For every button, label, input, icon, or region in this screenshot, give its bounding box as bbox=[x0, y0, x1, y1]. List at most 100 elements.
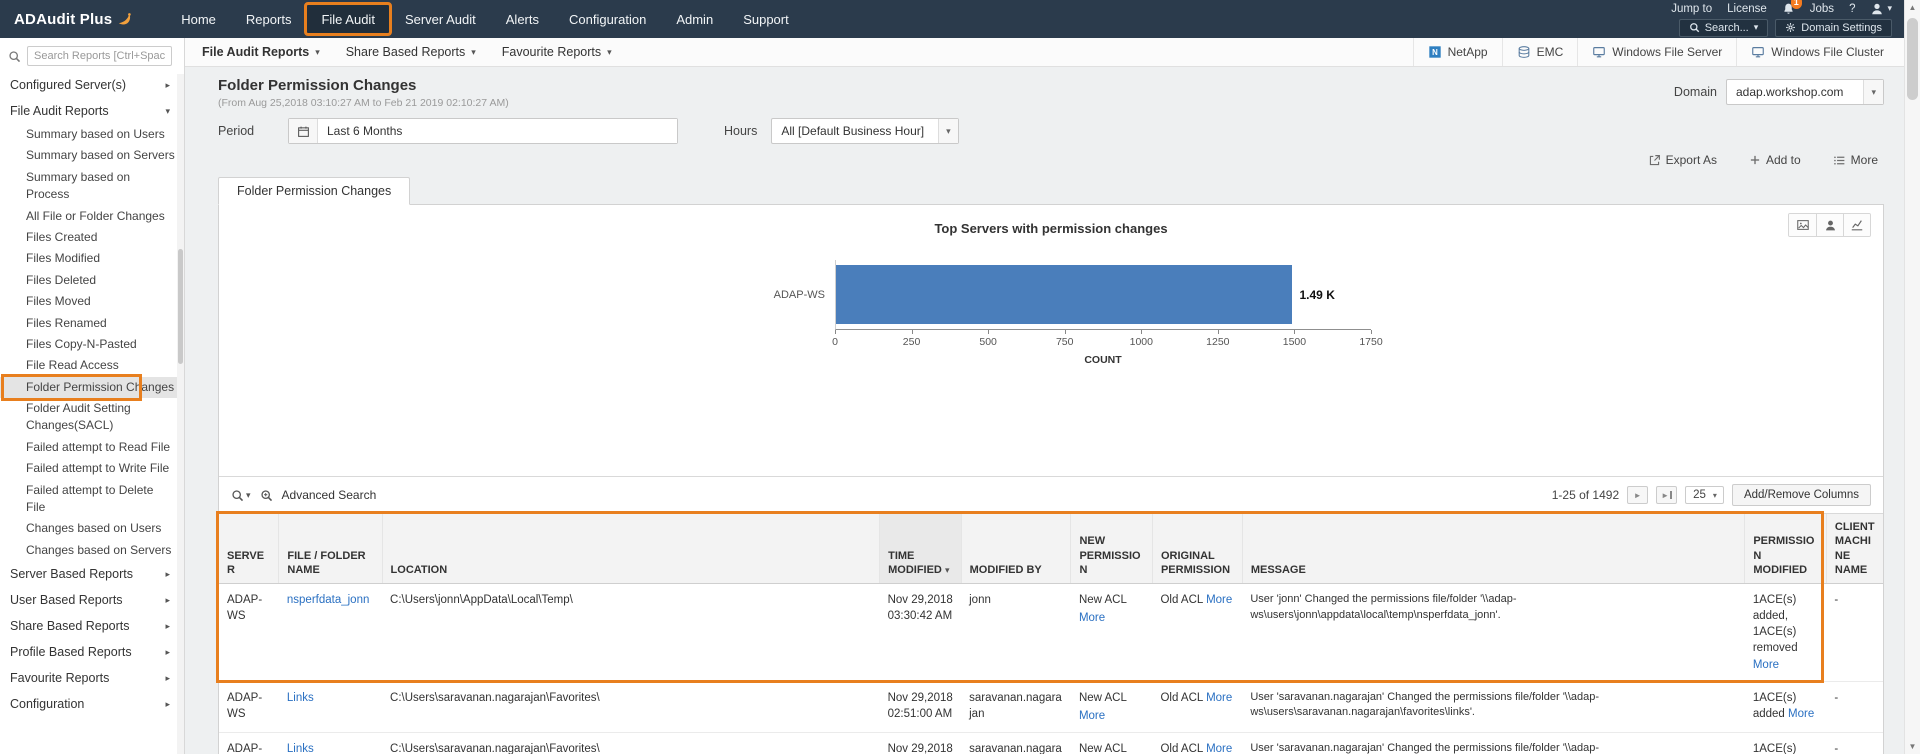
next-page-button[interactable]: ► bbox=[1627, 486, 1649, 504]
nav-item-configuration[interactable]: Configuration bbox=[555, 5, 660, 33]
sidebar-item-files-created[interactable]: Files Created bbox=[0, 227, 184, 248]
toolbar-menu-favourite-reports[interactable]: Favourite Reports ▾ bbox=[489, 38, 625, 66]
column-header-location[interactable]: LOCATION bbox=[382, 514, 881, 585]
add-to-button[interactable]: Add to bbox=[1743, 152, 1807, 168]
page-scrollbar[interactable]: ▲ ▼ bbox=[1904, 0, 1920, 754]
sidebar-section-share-based-reports[interactable]: Share Based Reports ▸ bbox=[0, 613, 184, 639]
period-input[interactable] bbox=[318, 119, 677, 143]
file-folder-link[interactable]: Links bbox=[287, 692, 314, 704]
sidebar-section-profile-based-reports[interactable]: Profile Based Reports ▸ bbox=[0, 639, 184, 665]
sidebar-item-changes-based-on-servers[interactable]: Changes based on Servers bbox=[0, 540, 184, 561]
sidebar-scrollbar[interactable] bbox=[177, 74, 184, 754]
column-header-file-folder-name[interactable]: FILE / FOLDER NAME bbox=[278, 514, 383, 585]
server-filter-netapp[interactable]: N NetApp bbox=[1412, 38, 1502, 66]
file-folder-link[interactable]: nsperfdata_jonn bbox=[287, 594, 369, 606]
sidebar-item-file-read-access[interactable]: File Read Access bbox=[0, 355, 184, 376]
sidebar-section-favourite-reports[interactable]: Favourite Reports ▸ bbox=[0, 665, 184, 691]
original-permission-more-link[interactable]: More bbox=[1206, 743, 1232, 754]
sidebar-item-files-deleted[interactable]: Files Deleted bbox=[0, 270, 184, 291]
sidebar-section-configuration[interactable]: Configuration ▸ bbox=[0, 691, 184, 717]
tab-folder-permission-changes[interactable]: Folder Permission Changes bbox=[218, 177, 411, 205]
file-folder-link[interactable]: Links bbox=[287, 743, 314, 754]
column-header-server[interactable]: SERVER bbox=[219, 514, 280, 585]
column-header-message[interactable]: MESSAGE bbox=[1242, 514, 1746, 585]
column-header-client-machine-name[interactable]: CLIENT MACHINE NAME bbox=[1826, 514, 1883, 585]
schedule-report-icon[interactable] bbox=[1816, 214, 1843, 236]
sidebar-item-failed-attempt-to-read-file[interactable]: Failed attempt to Read File bbox=[0, 437, 184, 458]
nav-item-file-audit[interactable]: File Audit bbox=[304, 2, 392, 36]
page-size-select[interactable]: 25 ▾ bbox=[1685, 486, 1724, 504]
jump-to-link[interactable]: Jump to bbox=[1671, 3, 1712, 15]
sidebar-item-summary-based-on-users[interactable]: Summary based on Users bbox=[0, 124, 184, 145]
sidebar-item-changes-based-on-users[interactable]: Changes based on Users bbox=[0, 518, 184, 539]
sidebar-section-file-audit-reports[interactable]: File Audit Reports ▾ bbox=[0, 98, 184, 124]
calendar-icon-button[interactable] bbox=[289, 119, 318, 143]
cell-location: C:\Users\jonn\AppData\Local\Temp\ bbox=[382, 583, 880, 682]
column-header-time-modified[interactable]: TIME MODIFIED ▾ bbox=[879, 514, 962, 585]
nav-item-alerts[interactable]: Alerts bbox=[492, 5, 553, 33]
page-scrollbar-thumb[interactable] bbox=[1907, 18, 1918, 100]
new-permission-more-link[interactable]: More bbox=[1079, 708, 1145, 724]
toolbar-menu-share-based-reports[interactable]: Share Based Reports ▾ bbox=[333, 38, 489, 66]
sidebar-item-all-file-or-folder-changes[interactable]: All File or Folder Changes bbox=[0, 206, 184, 227]
new-permission-more-link[interactable]: More bbox=[1079, 610, 1145, 626]
original-permission-more-link[interactable]: More bbox=[1206, 594, 1232, 606]
chart-type-icon[interactable] bbox=[1843, 214, 1870, 236]
column-header-new-permission[interactable]: NEW PERMISSION bbox=[1070, 514, 1153, 585]
sidebar-item-files-copy-n-pasted[interactable]: Files Copy-N-Pasted bbox=[0, 334, 184, 355]
chart-bar[interactable] bbox=[836, 265, 1292, 324]
sidebar-section-user-based-reports[interactable]: User Based Reports ▸ bbox=[0, 587, 184, 613]
report-header: Folder Permission Changes (From Aug 25,2… bbox=[218, 77, 1884, 109]
nav-item-home[interactable]: Home bbox=[167, 5, 230, 33]
add-remove-columns-button[interactable]: Add/Remove Columns bbox=[1731, 484, 1871, 506]
export-as-button[interactable]: Export As bbox=[1642, 152, 1723, 168]
domain-select[interactable]: adap.workshop.com ▾ bbox=[1726, 79, 1884, 105]
chart-tick-label: 1750 bbox=[1359, 336, 1383, 348]
sidebar-item-folder-audit-setting-changes-sacl[interactable]: Folder Audit Setting Changes(SACL) bbox=[0, 398, 184, 437]
nav-item-support[interactable]: Support bbox=[729, 5, 803, 33]
nav-item-server-audit[interactable]: Server Audit bbox=[391, 5, 490, 33]
user-menu[interactable]: ▾ bbox=[1870, 2, 1892, 16]
server-filter-windows-file-cluster[interactable]: Windows File Cluster bbox=[1736, 38, 1898, 66]
advanced-search-label[interactable]: Advanced Search bbox=[282, 488, 377, 502]
sidebar-item-files-modified[interactable]: Files Modified bbox=[0, 248, 184, 269]
save-image-icon[interactable] bbox=[1789, 214, 1816, 236]
column-header-permission-modified[interactable]: PERMISSION MODIFIED bbox=[1744, 514, 1827, 585]
sidebar-section-configured-server-s[interactable]: Configured Server(s) ▸ bbox=[0, 72, 184, 98]
column-search-toggle[interactable]: ▾ bbox=[231, 489, 251, 502]
server-filter-windows-file-server[interactable]: Windows File Server bbox=[1577, 38, 1736, 66]
sidebar-item-folder-permission-changes[interactable]: Folder Permission Changes bbox=[0, 373, 184, 402]
permission-modified-more-link[interactable]: More bbox=[1753, 659, 1779, 671]
sidebar-item-summary-based-on-servers[interactable]: Summary based on Servers bbox=[0, 145, 184, 166]
last-page-button[interactable]: ► bbox=[1656, 486, 1678, 504]
sidebar-section-server-based-reports[interactable]: Server Based Reports ▸ bbox=[0, 561, 184, 587]
server-filter-emc[interactable]: EMC bbox=[1501, 38, 1578, 66]
adaudit-plus-logo[interactable]: ADAudit Plus bbox=[14, 11, 133, 28]
advanced-search-button[interactable] bbox=[260, 489, 273, 502]
sidebar-scrollbar-thumb[interactable] bbox=[178, 249, 183, 364]
notifications-button[interactable]: 1 bbox=[1782, 0, 1802, 15]
scroll-down-icon[interactable]: ▼ bbox=[1905, 739, 1920, 754]
sidebar-item-failed-attempt-to-write-file[interactable]: Failed attempt to Write File bbox=[0, 458, 184, 479]
jobs-link[interactable]: Jobs bbox=[1810, 3, 1834, 15]
permission-modified-more-link[interactable]: More bbox=[1788, 708, 1814, 720]
global-search-button[interactable]: Search... ▾ bbox=[1678, 18, 1769, 37]
hours-select[interactable]: All [Default Business Hour] ▾ bbox=[771, 118, 959, 144]
report-search-input[interactable] bbox=[27, 46, 172, 66]
scroll-up-icon[interactable]: ▲ bbox=[1905, 0, 1920, 15]
toolbar-menu-file-audit-reports[interactable]: File Audit Reports ▾ bbox=[189, 38, 333, 66]
cell-location: C:\Users\saravanan.nagarajan\Favorites\ bbox=[382, 681, 880, 733]
column-header-original-permission[interactable]: ORIGINAL PERMISSION bbox=[1152, 514, 1243, 585]
column-header-modified-by[interactable]: MODIFIED BY bbox=[961, 514, 1072, 585]
nav-item-admin[interactable]: Admin bbox=[662, 5, 727, 33]
sidebar-item-files-renamed[interactable]: Files Renamed bbox=[0, 313, 184, 334]
sidebar-item-files-moved[interactable]: Files Moved bbox=[0, 291, 184, 312]
license-link[interactable]: License bbox=[1727, 3, 1767, 15]
domain-settings-button[interactable]: Domain Settings bbox=[1775, 18, 1892, 37]
sidebar-item-summary-based-on-process[interactable]: Summary based on Process bbox=[0, 167, 184, 206]
original-permission-more-link[interactable]: More bbox=[1206, 692, 1232, 704]
help-button[interactable]: ? bbox=[1849, 3, 1855, 15]
nav-item-reports[interactable]: Reports bbox=[232, 5, 306, 33]
more-button[interactable]: More bbox=[1827, 152, 1884, 168]
sidebar-item-failed-attempt-to-delete-file[interactable]: Failed attempt to Delete File bbox=[0, 480, 184, 519]
